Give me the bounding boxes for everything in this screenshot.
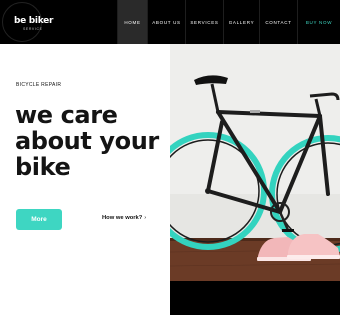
headline-line-2: about your (15, 127, 159, 155)
more-button[interactable]: More (16, 209, 62, 230)
nav-item-gallery[interactable]: GALLERY (223, 0, 259, 44)
nav-item-services[interactable]: SERVICES (185, 0, 223, 44)
hero-bicycle-image (170, 44, 340, 315)
nav-item-contact[interactable]: CONTACT (259, 0, 297, 44)
hero-headline: we care about your bike (15, 102, 170, 180)
logo-tagline: SERVICE (23, 27, 43, 31)
site-header: be biker SERVICE HOME ABOUT US SERVICES … (0, 0, 340, 44)
nav-item-home[interactable]: HOME (117, 0, 147, 44)
headline-line-1: we care (15, 101, 118, 129)
main-nav: HOME ABOUT US SERVICES GALLERY CONTACT B… (117, 0, 340, 44)
headline-line-3: bike (15, 153, 71, 181)
chevron-right-icon: › (144, 215, 147, 221)
hero-eyebrow: BICYCLE REPAIR (16, 82, 62, 88)
how-we-work-link[interactable]: How we work? › (102, 215, 146, 221)
bicycle-photo (170, 44, 340, 315)
brand-logo[interactable]: be biker SERVICE (2, 2, 53, 42)
logo-wordmark: be biker (14, 16, 54, 26)
nav-item-buy-now[interactable]: BUY NOW (297, 0, 340, 44)
nav-item-about-us[interactable]: ABOUT US (147, 0, 185, 44)
